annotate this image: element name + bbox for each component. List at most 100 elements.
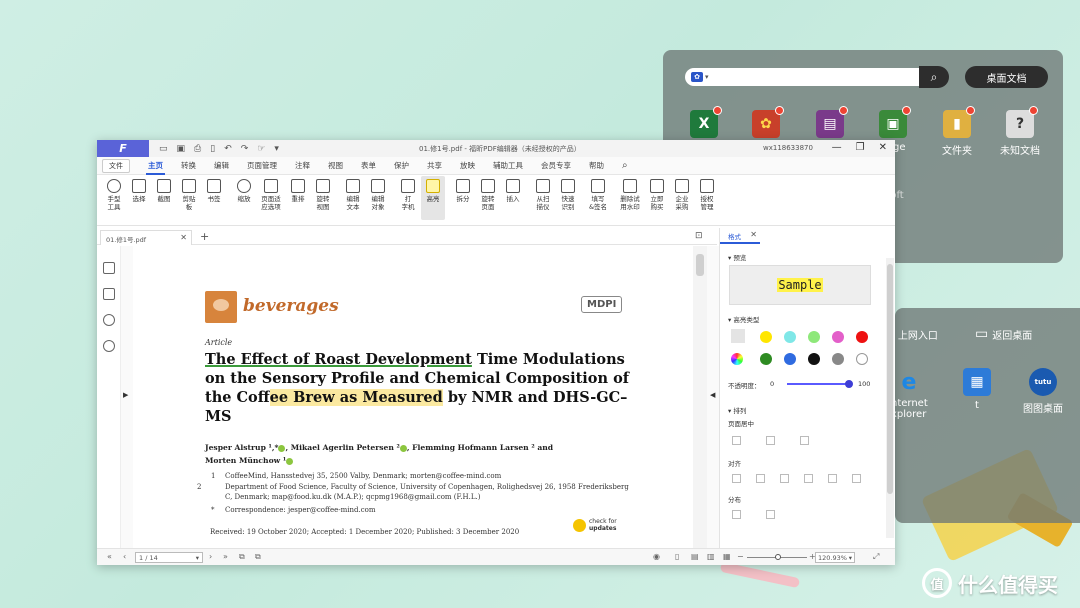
distribute-vertical-icon[interactable] bbox=[766, 510, 775, 519]
open-icon[interactable]: ▭ bbox=[159, 144, 168, 154]
right-panel-collapse[interactable]: ◀ bbox=[707, 246, 719, 548]
color-swatch[interactable] bbox=[784, 331, 796, 343]
highlight-button[interactable]: 高亮 bbox=[421, 176, 445, 220]
reflow-button[interactable]: 重排 bbox=[286, 176, 310, 203]
scrollbar-thumb[interactable] bbox=[887, 264, 893, 494]
document-page[interactable]: beverages MDPI Article The Effect of Roa… bbox=[133, 246, 693, 548]
typewriter-button[interactable]: 打 字机 bbox=[396, 176, 420, 211]
highlighter-type-icon[interactable] bbox=[731, 329, 745, 343]
folder-icon-item[interactable]: ▮ 文件夹 bbox=[930, 106, 984, 157]
excel-file-icon[interactable]: X bbox=[677, 106, 731, 142]
panel-toggle-icon[interactable]: ⊡ bbox=[695, 231, 703, 241]
distribute-horizontal-icon[interactable] bbox=[732, 510, 741, 519]
center-vertical-icon[interactable] bbox=[766, 436, 775, 445]
restore-icon[interactable]: ❐ bbox=[856, 142, 865, 153]
from-scanner-button[interactable]: 从扫 描仪 bbox=[531, 176, 555, 211]
align-bottom-icon[interactable] bbox=[852, 474, 861, 483]
align-right-icon[interactable] bbox=[780, 474, 789, 483]
continuous-icon[interactable]: ▤ bbox=[691, 552, 699, 561]
facing-icon[interactable]: ▥ bbox=[707, 552, 715, 561]
align-left-icon[interactable] bbox=[732, 474, 741, 483]
prev-view-icon[interactable]: ⧉ bbox=[239, 552, 245, 562]
quick-ocr-button[interactable]: 快速 识别 bbox=[556, 176, 580, 211]
next-page-icon[interactable]: › bbox=[209, 552, 212, 561]
bookmark-button[interactable]: 书签 bbox=[202, 176, 226, 203]
blurred-app-item[interactable]: ▦ t bbox=[957, 368, 997, 411]
menu-file[interactable]: 文件 bbox=[102, 158, 130, 173]
zoom-input[interactable]: 120.93% ▾ bbox=[815, 552, 855, 563]
color-swatch[interactable] bbox=[784, 353, 796, 365]
clipboard-button[interactable]: 剪贴 板 bbox=[177, 176, 201, 211]
next-view-icon[interactable]: ⧉ bbox=[255, 552, 261, 562]
user-account[interactable]: wx118633870 bbox=[763, 144, 813, 152]
page-number-input[interactable]: 1 / 14 ▾ bbox=[135, 552, 203, 563]
single-page-icon[interactable]: ▯ bbox=[675, 552, 679, 561]
menu-form[interactable]: 表单 bbox=[361, 160, 376, 171]
menu-view[interactable]: 视图 bbox=[328, 160, 343, 171]
format-tab[interactable]: 格式 ✕ bbox=[720, 228, 760, 244]
archive-file-icon[interactable]: ▤ bbox=[803, 106, 857, 142]
pages-panel-icon[interactable] bbox=[103, 288, 115, 300]
orcid-icon[interactable] bbox=[399, 444, 407, 452]
continuous-facing-icon[interactable]: ▦ bbox=[723, 552, 731, 561]
redo-icon[interactable]: ↷ bbox=[241, 144, 249, 154]
fullscreen-icon[interactable]: ⤢ bbox=[873, 552, 879, 562]
color-swatch[interactable] bbox=[760, 353, 772, 365]
center-horizontal-icon[interactable] bbox=[732, 436, 741, 445]
print-icon[interactable]: ⎙ bbox=[194, 144, 201, 154]
select-tool-button[interactable]: 选择 bbox=[127, 176, 151, 203]
attachment-icon[interactable] bbox=[103, 340, 115, 352]
menu-comment[interactable]: 注释 bbox=[295, 160, 310, 171]
menu-help[interactable]: 帮助 bbox=[589, 160, 604, 171]
opacity-slider[interactable] bbox=[787, 380, 853, 388]
align-middle-icon[interactable] bbox=[828, 474, 837, 483]
unknown-doc-item[interactable]: ? 未知文档 bbox=[993, 106, 1047, 157]
search-button[interactable]: ⌕ bbox=[919, 66, 949, 88]
color-swatch[interactable] bbox=[832, 353, 844, 365]
desktop-search-input[interactable]: ✿ ▾ bbox=[685, 68, 919, 86]
align-center-icon[interactable] bbox=[756, 474, 765, 483]
menu-convert[interactable]: 转换 bbox=[181, 160, 196, 171]
insert-button[interactable]: 插入 bbox=[501, 176, 525, 203]
menu-present[interactable]: 放映 bbox=[460, 160, 475, 171]
menu-page-manage[interactable]: 页面管理 bbox=[247, 160, 277, 171]
menu-member[interactable]: 会员专享 bbox=[541, 160, 571, 171]
zoom-out-icon[interactable]: − bbox=[737, 552, 744, 561]
close-tab-icon[interactable]: ✕ bbox=[180, 233, 187, 242]
center-both-icon[interactable] bbox=[800, 436, 809, 445]
split-button[interactable]: 拆分 bbox=[451, 176, 475, 203]
page-fit-button[interactable]: 页面适 应选项 bbox=[257, 176, 285, 211]
document-scrollbar[interactable] bbox=[693, 246, 707, 548]
color-swatch[interactable] bbox=[832, 331, 844, 343]
rotate-view-button[interactable]: 旋转 视图 bbox=[311, 176, 335, 211]
close-icon[interactable]: ✕ bbox=[879, 142, 887, 153]
save-icon[interactable]: ▣ bbox=[177, 144, 186, 154]
first-page-icon[interactable]: « bbox=[107, 552, 112, 561]
menu-home[interactable]: 主页 bbox=[146, 160, 165, 175]
custom-color-icon[interactable] bbox=[731, 353, 743, 365]
prev-page-icon[interactable]: ‹ bbox=[123, 552, 126, 561]
align-top-icon[interactable] bbox=[804, 474, 813, 483]
color-swatch[interactable] bbox=[856, 331, 868, 343]
close-icon[interactable]: ✕ bbox=[750, 230, 757, 239]
slider-knob[interactable] bbox=[845, 380, 853, 388]
zoom-button[interactable]: 缩放 bbox=[232, 176, 256, 203]
last-page-icon[interactable]: » bbox=[223, 552, 228, 561]
new-tab-icon[interactable]: + bbox=[200, 230, 209, 243]
bookmark-panel-icon[interactable] bbox=[103, 262, 115, 274]
comments-panel-icon[interactable] bbox=[103, 314, 115, 326]
menu-share[interactable]: 共享 bbox=[427, 160, 442, 171]
fill-sign-button[interactable]: 填写 &签名 bbox=[586, 176, 610, 211]
undo-icon[interactable]: ↶ bbox=[224, 144, 232, 154]
buy-now-button[interactable]: 立即 购买 bbox=[645, 176, 669, 211]
app-file-icon[interactable]: ✿ bbox=[739, 106, 793, 142]
menu-protect[interactable]: 保护 bbox=[394, 160, 409, 171]
minimize-icon[interactable]: — bbox=[832, 142, 842, 153]
edit-object-button[interactable]: 编辑 对象 bbox=[366, 176, 390, 211]
hand-icon[interactable]: ☞ bbox=[257, 144, 265, 154]
return-desktop-item[interactable]: ▭ 返回桌面 bbox=[975, 326, 1055, 342]
document-tab[interactable]: 01.修1号.pdf ✕ bbox=[100, 230, 192, 245]
scrollbar-thumb[interactable] bbox=[696, 254, 704, 276]
new-icon[interactable]: ▯ bbox=[210, 144, 215, 154]
left-panel-collapse[interactable]: ▶ bbox=[121, 246, 133, 548]
